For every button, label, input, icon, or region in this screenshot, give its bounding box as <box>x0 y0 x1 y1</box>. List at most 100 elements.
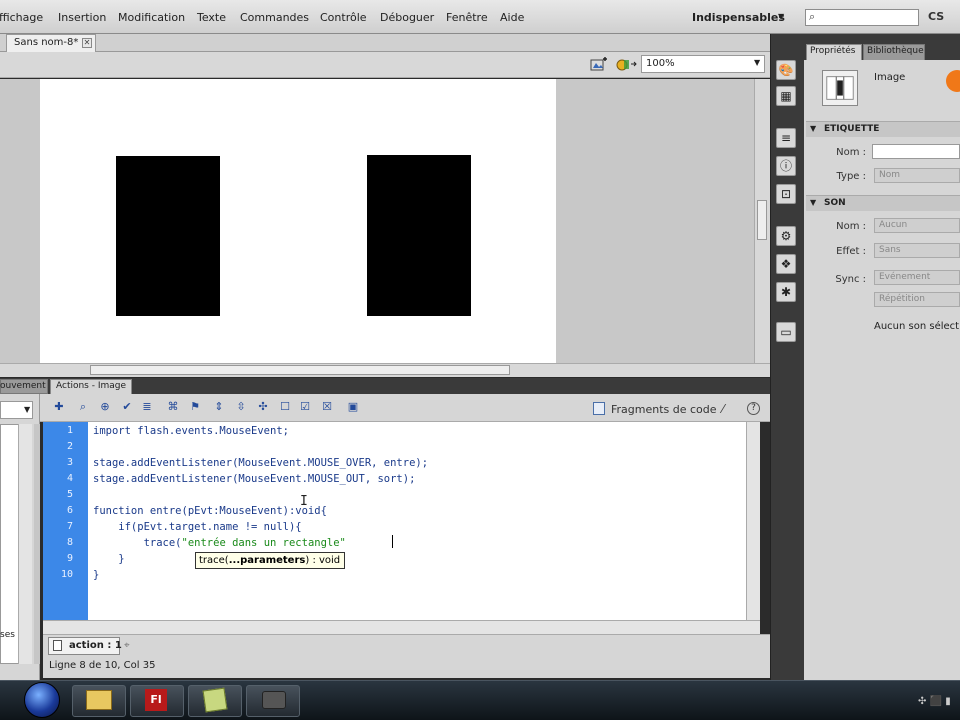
cs-live-label[interactable]: CS <box>928 10 944 23</box>
sticky-note-icon <box>202 687 228 713</box>
etiquette-section-header[interactable]: ETIQUETTE <box>806 121 960 137</box>
code-snippets-button[interactable]: Fragments de code <box>611 403 717 416</box>
menu-commandes[interactable]: Commandes <box>240 11 309 24</box>
close-icon[interactable]: ✕ <box>82 38 92 48</box>
son-name-label: Nom : <box>836 221 866 232</box>
toolbox-item-label: ses <box>0 630 15 640</box>
son-sync-label: Sync : <box>835 274 866 285</box>
show-toolbox-icon[interactable]: ▣ <box>346 400 360 414</box>
menu-modification[interactable]: Modification <box>118 11 185 24</box>
collapse-selection-icon[interactable]: ⇳ <box>234 400 248 414</box>
system-tray-icons[interactable]: ✣ ⬛ ▮ <box>918 696 951 707</box>
swatches-icon[interactable]: ▦ <box>776 86 796 106</box>
code-snippets-icon[interactable] <box>593 402 605 415</box>
son-name-select[interactable]: Aucun <box>874 218 960 233</box>
document-tab-bar <box>0 34 770 52</box>
remove-comment-icon[interactable]: ☒ <box>320 400 334 414</box>
son-sync-select[interactable]: Evénement <box>874 270 960 285</box>
line-number: 4 <box>66 473 73 484</box>
line-number: 9 <box>66 553 73 564</box>
motion-presets-icon[interactable]: ✱ <box>776 282 796 302</box>
code-snippets-icon[interactable]: ⚙ <box>776 226 796 246</box>
magic-wand-icon[interactable]: ⁄ <box>722 402 724 416</box>
menu-affichage[interactable]: ffichage <box>0 11 43 24</box>
son-effect-select[interactable]: Sans <box>874 243 960 258</box>
collapse-triangle-icon[interactable]: ▼ <box>810 198 816 207</box>
help-icon[interactable]: ? <box>747 402 760 415</box>
collapse-triangle-icon[interactable]: ▼ <box>810 124 816 133</box>
string-literal: "entrée dans un rectangle" <box>181 537 346 549</box>
code-line: } <box>93 569 100 581</box>
expand-all-icon[interactable]: ✣ <box>256 400 270 414</box>
start-button[interactable] <box>24 682 60 718</box>
tab-actions-label: Actions - Image <box>56 381 127 391</box>
chevron-down-icon[interactable]: ▼ <box>24 405 30 414</box>
workspace-switcher[interactable]: Indispensables <box>692 11 785 24</box>
line-number: 7 <box>66 521 73 532</box>
black-rectangle-left[interactable] <box>116 156 220 316</box>
editor-vertical-scrollbar[interactable] <box>746 422 760 620</box>
chevron-down-icon[interactable]: ▼ <box>754 58 760 67</box>
info-icon[interactable]: ⓘ <box>776 156 796 176</box>
auto-format-icon[interactable]: ≣ <box>140 400 154 414</box>
code-line: stage.addEventListener(MouseEvent.MOUSE_… <box>93 473 416 485</box>
etiquette-name-label: Nom : <box>836 147 866 158</box>
line-number: 2 <box>66 441 73 452</box>
collapse-between-braces-icon[interactable]: ⇕ <box>212 400 226 414</box>
sound-status-text: Aucun son sélection <box>874 321 960 332</box>
toolbox-scrollbar[interactable] <box>18 424 32 664</box>
menu-fenetre[interactable]: Fenêtre <box>446 11 488 24</box>
debug-options-icon[interactable]: ⚑ <box>188 400 202 414</box>
menu-deboguer[interactable]: Déboguer <box>380 11 434 24</box>
son-section-header[interactable]: SON <box>806 195 960 211</box>
frame-icon <box>822 70 858 106</box>
project-icon[interactable]: ▭ <box>776 322 796 342</box>
code-line: trace("entrée dans un rectangle" <box>93 537 346 549</box>
etiquette-type-select[interactable]: Nom <box>874 168 960 183</box>
check-syntax-icon[interactable]: ✔ <box>120 400 134 414</box>
etiquette-name-field[interactable] <box>872 144 960 159</box>
color-icon[interactable]: 🎨 <box>776 60 796 80</box>
ibeam-cursor-icon: I <box>300 494 308 509</box>
document-tab-label: Sans nom-8* <box>14 37 79 48</box>
edit-scene-icon[interactable] <box>590 56 608 72</box>
editor-horizontal-scrollbar[interactable] <box>43 620 760 634</box>
apply-block-comment-icon[interactable]: ☐ <box>278 400 292 414</box>
son-repeat-select[interactable]: Répétition <box>874 292 960 307</box>
stage-horizontal-scroll-thumb[interactable] <box>90 365 510 375</box>
pin-script-icon[interactable]: ⌖ <box>124 640 130 651</box>
tab-properties-label: Propriétés <box>810 46 856 56</box>
align-icon[interactable]: ≡ <box>776 128 796 148</box>
chevron-down-icon[interactable]: ▼ <box>778 12 784 21</box>
son-effect-label: Effet : <box>836 246 866 257</box>
etiquette-type-label: Type : <box>836 171 866 182</box>
tab-motion-editor-label: ouvement <box>0 381 46 391</box>
edit-symbol-icon[interactable] <box>615 56 637 72</box>
pane-splitter[interactable] <box>34 424 40 664</box>
script-tab-label: action : 1 <box>69 640 122 651</box>
search-input[interactable] <box>805 9 919 26</box>
components-icon[interactable]: ❖ <box>776 254 796 274</box>
menu-aide[interactable]: Aide <box>500 11 524 24</box>
menu-insertion[interactable]: Insertion <box>58 11 106 24</box>
menu-controle[interactable]: Contrôle <box>320 11 367 24</box>
code-line: stage.addEventListener(MouseEvent.MOUSE_… <box>93 457 429 469</box>
line-number: 5 <box>66 489 73 500</box>
zoom-value: 100% <box>646 58 675 69</box>
camera-icon <box>262 691 286 709</box>
text-caret <box>392 535 393 548</box>
show-code-hint-icon[interactable]: ⌘ <box>166 400 180 414</box>
tooltip-text-pre: trace( <box>199 555 229 566</box>
target-path-icon[interactable]: ⊕ <box>98 400 112 414</box>
tooltip-text-post: ) : void <box>305 555 341 566</box>
line-number: 1 <box>66 425 73 436</box>
transform-icon[interactable]: ⊡ <box>776 184 796 204</box>
menu-texte[interactable]: Texte <box>197 11 226 24</box>
stage-vertical-scroll-thumb[interactable] <box>757 200 767 240</box>
add-statement-icon[interactable]: ✚ <box>52 400 66 414</box>
code-line: if(pEvt.target.name != null){ <box>93 521 302 533</box>
line-number: 8 <box>66 537 73 548</box>
black-rectangle-right[interactable] <box>367 155 471 316</box>
apply-line-comment-icon[interactable]: ☑ <box>298 400 312 414</box>
find-icon[interactable]: ⌕ <box>76 400 90 414</box>
